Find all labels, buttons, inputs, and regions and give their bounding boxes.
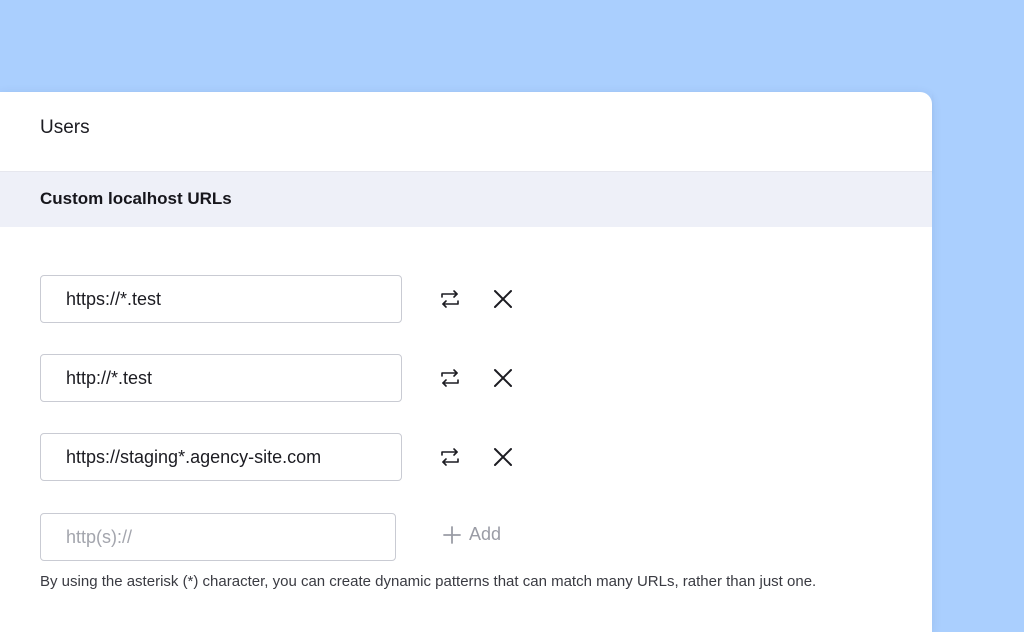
url-row — [40, 433, 540, 481]
swap-arrows-icon[interactable] — [438, 366, 462, 390]
swap-arrows-icon[interactable] — [438, 445, 462, 469]
url-input[interactable] — [40, 354, 402, 402]
new-url-input[interactable] — [40, 513, 396, 561]
page-title: Users — [40, 117, 90, 138]
section-title: Custom localhost URLs — [40, 189, 232, 208]
section-header: Custom localhost URLs — [0, 172, 932, 227]
close-icon[interactable] — [491, 366, 515, 390]
url-row — [40, 354, 540, 402]
swap-arrows-icon[interactable] — [438, 287, 462, 311]
add-url-button[interactable]: Add — [443, 524, 501, 545]
close-icon[interactable] — [491, 287, 515, 311]
panel-header: Users — [0, 92, 932, 172]
url-input[interactable] — [40, 433, 402, 481]
add-url-label: Add — [469, 524, 502, 544]
plus-icon — [443, 525, 461, 544]
close-icon[interactable] — [491, 445, 515, 469]
help-text: By using the asterisk (*) character, you… — [40, 573, 817, 590]
url-row — [40, 275, 540, 323]
url-input[interactable] — [40, 275, 402, 323]
new-url-row: Add — [40, 513, 540, 561]
settings-panel: Users Custom localhost URLs https://*.te… — [0, 92, 932, 632]
